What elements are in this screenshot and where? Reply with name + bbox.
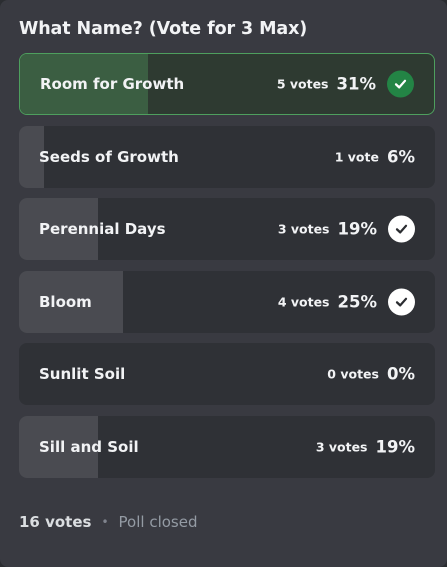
option-vote-count: 1 vote bbox=[334, 149, 379, 164]
option-vote-count: 0 votes bbox=[327, 366, 379, 382]
option-stats: 4 votes 25% bbox=[278, 288, 415, 315]
option-stats: 3 votes 19% bbox=[316, 437, 415, 456]
poll-option-seeds-of-growth[interactable]: Seeds of Growth 1 vote 6% bbox=[19, 125, 435, 188]
checkmark-circle-icon bbox=[387, 70, 414, 98]
option-percent: 6% bbox=[386, 147, 415, 166]
poll-footer: 16 votes • Poll closed bbox=[19, 513, 197, 531]
option-percent: 0% bbox=[386, 364, 415, 384]
option-stats: 3 votes 19% bbox=[277, 215, 415, 243]
option-stats: 1 vote 6% bbox=[335, 147, 415, 166]
poll-option-perennial-days[interactable]: Perennial Days 3 votes 19% bbox=[19, 198, 435, 260]
total-votes: 16 votes bbox=[19, 513, 92, 531]
poll-card: What Name? (Vote for 3 Max) Room for Gro… bbox=[0, 0, 447, 567]
poll-question: What Name? (Vote for 3 Max) bbox=[19, 19, 308, 39]
poll-option-bloom[interactable]: Bloom 4 votes 25% bbox=[19, 270, 435, 333]
checkmark-circle-icon bbox=[388, 288, 415, 315]
option-stats: 5 votes 31% bbox=[276, 70, 414, 98]
option-vote-count: 5 votes bbox=[276, 76, 329, 92]
option-percent: 19% bbox=[337, 219, 378, 239]
poll-option-sunlit-soil[interactable]: Sunlit Soil 0 votes 0% bbox=[19, 343, 435, 405]
option-vote-count: 3 votes bbox=[277, 221, 330, 237]
option-label: Sill and Soil bbox=[39, 437, 139, 456]
poll-options: Room for Growth 5 votes 31% Seeds of Gro… bbox=[19, 53, 435, 488]
option-label: Bloom bbox=[39, 292, 92, 311]
option-label: Seeds of Growth bbox=[39, 147, 179, 166]
option-label: Room for Growth bbox=[40, 75, 185, 93]
footer-separator: • bbox=[101, 515, 109, 529]
option-vote-count: 3 votes bbox=[315, 439, 368, 454]
option-label: Sunlit Soil bbox=[39, 365, 126, 383]
option-percent: 25% bbox=[337, 292, 378, 311]
poll-status: Poll closed bbox=[118, 513, 198, 531]
checkmark-circle-icon bbox=[388, 215, 415, 243]
poll-option-sill-and-soil[interactable]: Sill and Soil 3 votes 19% bbox=[19, 415, 435, 478]
option-percent: 19% bbox=[375, 437, 416, 456]
option-vote-count: 4 votes bbox=[277, 294, 330, 309]
poll-option-room-for-growth[interactable]: Room for Growth 5 votes 31% bbox=[19, 53, 435, 115]
option-stats: 0 votes 0% bbox=[327, 365, 415, 384]
option-label: Perennial Days bbox=[39, 220, 166, 238]
option-percent: 31% bbox=[336, 74, 377, 94]
